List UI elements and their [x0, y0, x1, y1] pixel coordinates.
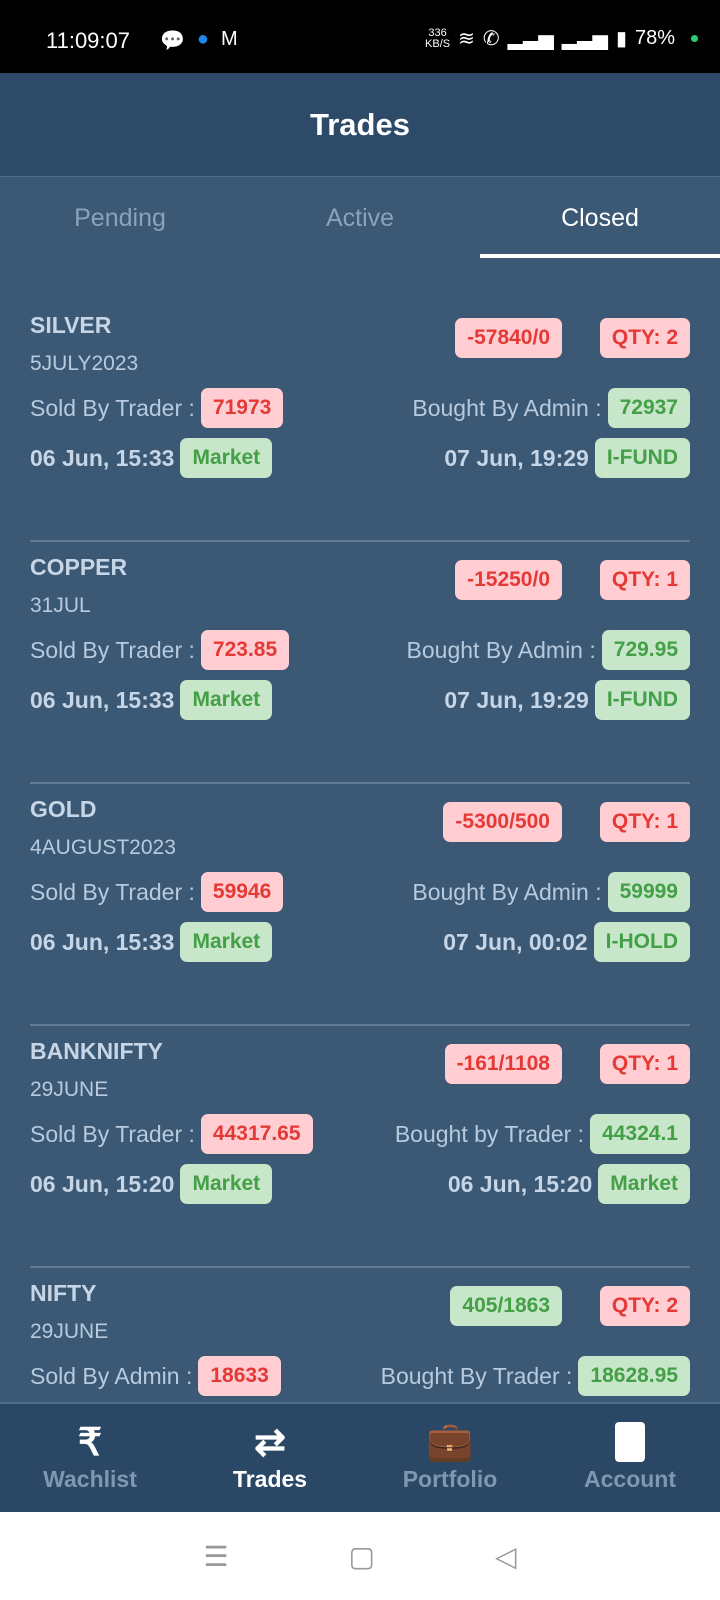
buy-price: 59999 [607, 872, 690, 912]
sell-time: 06 Jun, 15:33 [30, 444, 175, 471]
sell-label: Sold By Trader : [30, 878, 195, 905]
sell-price: 59946 [200, 872, 284, 912]
trade-card[interactable]: COPPER 31JUL -15250/0 QTY: 1 Sold By Tra… [30, 542, 690, 784]
pnl-badge: -161/1108 [444, 1044, 562, 1084]
buy-type: I-FUND [594, 680, 690, 720]
network-speed: 336 KB/S [425, 26, 451, 50]
expiry: 31JUL [30, 594, 91, 617]
symbol: GOLD [30, 796, 97, 822]
qty-badge: QTY: 2 [599, 318, 690, 358]
sell-price: 723.85 [200, 630, 290, 670]
app-b-notification-icon: ● [196, 28, 209, 50]
wifi-call-icon: ✆ [482, 28, 500, 50]
buy-price: 72937 [607, 388, 690, 428]
trade-tabs: Pending Active Closed [0, 178, 720, 262]
trade-card[interactable]: BANKNIFTY 29JUNE -161/1108 QTY: 1 Sold B… [30, 1026, 690, 1268]
buy-label: Bought By Admin : [412, 878, 602, 905]
expiry: 29JUNE [30, 1078, 109, 1101]
buy-time: 06 Jun, 15:20 [447, 1170, 593, 1197]
battery-icon: ▮ [615, 28, 627, 50]
home-icon[interactable]: ▢ [349, 1540, 375, 1573]
tab-active[interactable]: Active [240, 178, 480, 262]
buy-label: Bought By Trader : [380, 1362, 573, 1389]
pnl-badge: -5300/500 [443, 802, 562, 842]
page-title: Trades [0, 73, 720, 177]
nav-portfolio[interactable]: 💼 Portfolio [360, 1404, 540, 1512]
signal-icon: ▂▃▅ [507, 28, 554, 50]
symbol: SILVER [30, 312, 112, 338]
buy-price: 18628.95 [578, 1356, 690, 1396]
trades-exchange-icon: ⇄ [254, 1421, 286, 1464]
pnl-badge: -57840/0 [455, 318, 562, 358]
buy-type: I-HOLD [593, 922, 690, 962]
status-time: 11:09:07 [46, 28, 131, 53]
buy-type: I-FUND [594, 438, 690, 478]
symbol: COPPER [30, 554, 128, 580]
nav-account[interactable]: Account [540, 1404, 720, 1512]
sell-time: 06 Jun, 15:33 [30, 928, 175, 955]
buy-label: Bought By Admin : [406, 636, 596, 663]
wifi-icon: ≋ [458, 28, 475, 50]
expiry: 29JUNE [30, 1320, 109, 1343]
buy-label: Bought By Admin : [412, 394, 602, 421]
battery-level: 78% [634, 27, 675, 49]
nav-watchlist[interactable]: ₹ Wachlist [0, 1404, 180, 1512]
tab-pending[interactable]: Pending [0, 178, 240, 262]
buy-price: 44324.1 [590, 1114, 690, 1154]
expiry: 4AUGUST2023 [30, 836, 176, 859]
trade-card[interactable]: SILVER 5JULY2023 -57840/0 QTY: 2 Sold By… [30, 300, 690, 542]
rupee-icon: ₹ [77, 1421, 103, 1464]
menu-icon[interactable]: ☰ [203, 1540, 228, 1573]
pnl-badge: -15250/0 [455, 560, 562, 600]
privacy-dot [691, 35, 698, 42]
chat-notification-icon: 💬 [160, 30, 185, 52]
pnl-badge: 405/1863 [450, 1286, 562, 1326]
sell-price: 71973 [200, 388, 284, 428]
tab-closed[interactable]: Closed [480, 178, 720, 262]
sell-time: 06 Jun, 15:20 [30, 1170, 175, 1197]
sell-type: Market [180, 438, 273, 478]
qty-badge: QTY: 1 [599, 560, 690, 600]
trade-card[interactable]: NIFTY 29JUNE 405/1863 QTY: 2 Sold By Adm… [30, 1268, 690, 1402]
trade-card[interactable]: GOLD 4AUGUST2023 -5300/500 QTY: 1 Sold B… [30, 784, 690, 1026]
status-bar: 11:09:07 💬 ● M 336 KB/S ≋ ✆ ▂▃▅ ▂▃▅ ▮ 78% [0, 0, 720, 73]
sell-label: Sold By Trader : [30, 636, 195, 663]
nav-trades[interactable]: ⇄ Trades [180, 1404, 360, 1512]
sell-time: 06 Jun, 15:33 [30, 686, 175, 713]
sell-type: Market [180, 680, 273, 720]
sell-price: 18633 [198, 1356, 281, 1396]
qty-badge: QTY: 2 [599, 1286, 690, 1326]
sell-label: Sold By Admin : [30, 1362, 193, 1389]
sell-type: Market [180, 1164, 273, 1204]
buy-type: Market [598, 1164, 690, 1204]
back-icon[interactable]: ◁ [495, 1540, 517, 1573]
trade-list[interactable]: SILVER 5JULY2023 -57840/0 QTY: 2 Sold By… [0, 300, 720, 1402]
qty-badge: QTY: 1 [599, 1044, 690, 1084]
sell-label: Sold By Trader : [30, 394, 195, 421]
buy-time: 07 Jun, 00:02 [443, 928, 588, 955]
system-nav-bar: ☰ ▢ ◁ [0, 1512, 720, 1600]
qty-badge: QTY: 1 [599, 802, 690, 842]
expiry: 5JULY2023 [30, 352, 139, 375]
account-icon [615, 1418, 645, 1466]
bottom-nav: ₹ Wachlist ⇄ Trades 💼 Portfolio Account [0, 1402, 720, 1512]
symbol: BANKNIFTY [30, 1038, 163, 1064]
signal-icon-2: ▂▃▅ [561, 28, 608, 50]
buy-time: 07 Jun, 19:29 [444, 686, 589, 713]
buy-price: 729.95 [601, 630, 690, 670]
buy-time: 07 Jun, 19:29 [444, 444, 589, 471]
sell-price: 44317.65 [200, 1114, 313, 1154]
app-m-notification-icon: M [221, 28, 238, 50]
sell-type: Market [180, 922, 273, 962]
symbol: NIFTY [30, 1280, 97, 1306]
briefcase-icon: 💼 [426, 1421, 474, 1463]
buy-label: Bought by Trader : [394, 1120, 585, 1147]
sell-label: Sold By Trader : [30, 1120, 195, 1147]
